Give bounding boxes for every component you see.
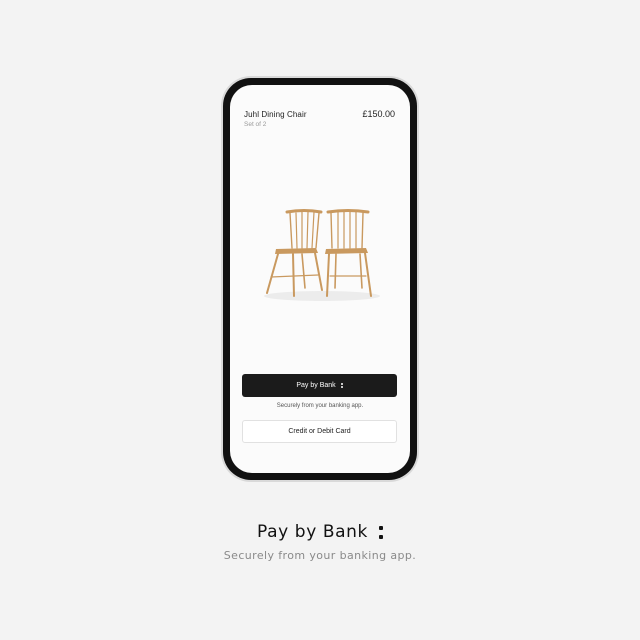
pay-by-bank-logo-icon [340,382,343,389]
credit-debit-card-button[interactable]: Credit or Debit Card [242,420,397,443]
product-title: Juhl Dining Chair [244,110,307,119]
product-price: £150.00 [362,109,395,119]
chair-left [266,209,323,297]
secure-note: Securely from your banking app. [276,403,364,409]
pay-by-bank-label: Pay by Bank [296,382,336,389]
hero-subtext: Securely from your banking app. [223,549,417,562]
chair-right [325,209,372,297]
pay-by-bank-button[interactable]: Pay by Bank [242,374,397,397]
hero-heading: Pay by Bank [0,522,640,542]
pay-by-bank-logo-icon [378,525,383,539]
hero-heading-text: Pay by Bank [257,522,368,542]
phone-screen: Juhl Dining Chair Set of 2 £150.00 Pay b… [230,85,410,473]
product-subtitle: Set of 2 [244,121,267,128]
product-image [264,209,380,301]
